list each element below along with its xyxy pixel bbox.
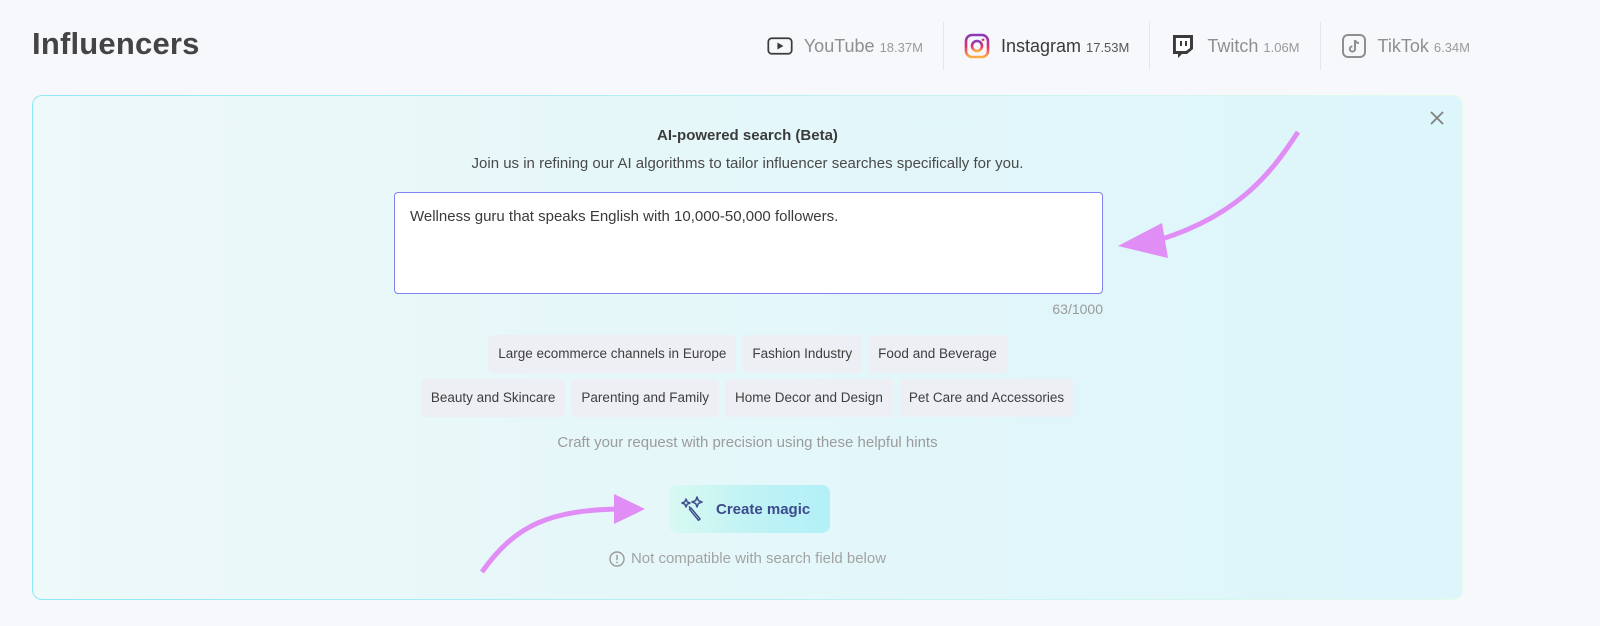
warning-text: Not compatible with search field below: [630, 550, 887, 567]
hint-row-1: Large ecommerce channels in Europe Fashi…: [488, 335, 1007, 373]
tab-tiktok[interactable]: TikTok 6.34M: [1321, 22, 1470, 70]
page-title: Influencers: [32, 26, 200, 61]
hint-caption: Craft your request with precision using …: [557, 434, 938, 451]
hint-chip[interactable]: Beauty and Skincare: [420, 379, 566, 417]
hint-chip[interactable]: Food and Beverage: [868, 335, 1007, 373]
ai-search-title: AI-powered search (Beta): [657, 127, 838, 144]
platform-count: 18.37M: [879, 40, 923, 55]
platform-count: 1.06M: [1263, 40, 1300, 55]
info-alert-icon: [609, 550, 625, 567]
platform-tabs: YouTube 18.37M Instagram 17.53M Twitch 1…: [747, 22, 1470, 70]
instagram-icon: [964, 33, 990, 59]
create-magic-label: Create magic: [716, 500, 811, 518]
hint-row-2: Beauty and Skincare Parenting and Family…: [420, 379, 1075, 417]
ai-search-subtitle: Join us in refining our AI algorithms to…: [471, 155, 1024, 172]
ai-prompt-input[interactable]: [394, 192, 1103, 294]
ai-search-panel-body: AI-powered search (Beta) Join us in refi…: [33, 96, 1462, 599]
char-counter: 63/1000: [1052, 301, 1103, 317]
platform-name: TikTok: [1377, 35, 1429, 56]
hint-chip[interactable]: Large ecommerce channels in Europe: [488, 335, 737, 373]
platform-name: YouTube: [803, 35, 875, 56]
twitch-icon: [1170, 33, 1196, 59]
influencers-page: Influencers YouTube 18.37M Instagram 17.…: [0, 0, 1600, 626]
tiktok-icon: [1341, 33, 1367, 59]
ai-search-panel: AI-powered search (Beta) Join us in refi…: [32, 95, 1463, 600]
create-magic-button[interactable]: Create magic: [669, 485, 830, 533]
tab-instagram[interactable]: Instagram 17.53M: [944, 22, 1151, 70]
hint-chip[interactable]: Pet Care and Accessories: [898, 379, 1075, 417]
hint-chip[interactable]: Parenting and Family: [571, 379, 719, 417]
platform-count: 6.34M: [1433, 40, 1470, 55]
platform-count: 17.53M: [1085, 40, 1130, 55]
tab-youtube[interactable]: YouTube 18.37M: [747, 22, 944, 70]
hint-chip[interactable]: Home Decor and Design: [725, 379, 893, 417]
youtube-icon: [767, 33, 793, 59]
close-icon: [1430, 111, 1444, 125]
magic-wand-icon: [681, 496, 703, 522]
platform-name: Twitch: [1207, 35, 1259, 56]
hint-chip[interactable]: Fashion Industry: [742, 335, 863, 373]
compatibility-warning: Not compatible with search field below: [33, 550, 1462, 567]
tab-twitch[interactable]: Twitch 1.06M: [1150, 22, 1321, 70]
close-button[interactable]: [1428, 109, 1446, 127]
hint-chips: Large ecommerce channels in Europe Fashi…: [33, 335, 1462, 417]
platform-name: Instagram: [1000, 35, 1081, 56]
